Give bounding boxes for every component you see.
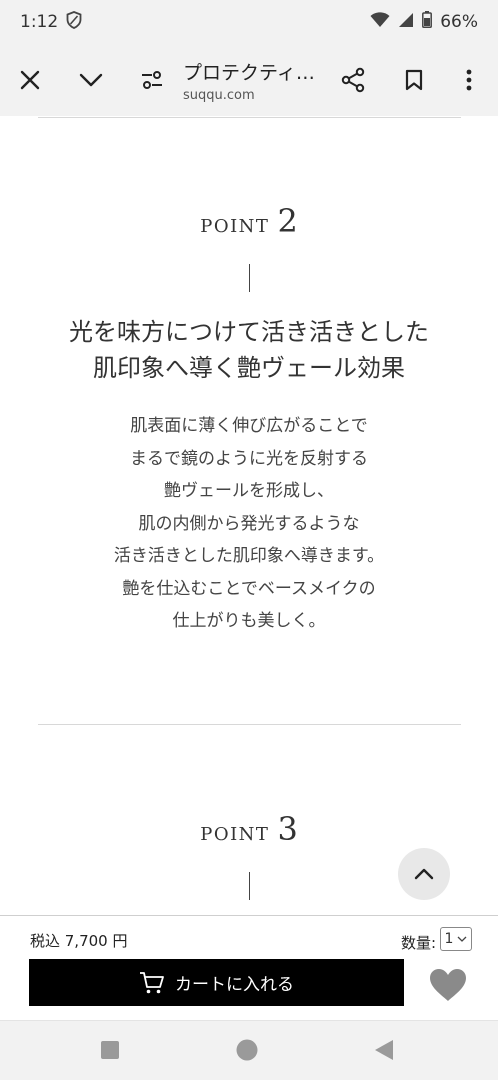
share-icon — [341, 67, 365, 93]
page-settings-button[interactable] — [130, 58, 174, 102]
add-to-cart-button[interactable]: カートに入れる — [29, 959, 404, 1006]
point-number: 2 — [277, 202, 298, 240]
minimize-button[interactable] — [69, 58, 113, 102]
quantity-select[interactable]: 1 — [440, 927, 472, 951]
bookmark-button[interactable] — [392, 58, 436, 102]
recents-button[interactable] — [95, 1035, 125, 1065]
point-2-catchcopy: 光を味方につけて活き活きとした 肌印象へ導く艶ヴェール効果 — [0, 314, 498, 386]
vertical-rule — [249, 264, 250, 292]
status-time: 1:12 — [20, 12, 59, 32]
description-line: 艶を仕込むことでベースメイクの — [122, 578, 376, 599]
scroll-to-top-button[interactable] — [398, 848, 450, 900]
back-button[interactable] — [369, 1035, 399, 1065]
shield-icon — [66, 10, 82, 34]
favorite-button[interactable] — [427, 965, 469, 1005]
close-icon — [20, 70, 40, 90]
more-vert-icon — [466, 69, 472, 91]
vertical-rule — [249, 872, 250, 900]
cell-signal-icon — [398, 12, 414, 33]
description-line: 肌の内側から発光するような — [138, 513, 360, 534]
home-button[interactable] — [232, 1035, 262, 1065]
status-right: 66% — [370, 11, 478, 33]
page-title: プロテクティ… — [183, 62, 315, 84]
status-left: 1:12 — [20, 10, 82, 34]
battery-icon — [422, 11, 433, 33]
recents-icon — [101, 1041, 119, 1059]
add-to-cart-label: カートに入れる — [175, 975, 294, 995]
battery-percent: 66% — [440, 12, 478, 32]
status-bar: 1:12 66% — [0, 0, 498, 44]
chevron-up-icon — [414, 868, 434, 880]
point-number: 3 — [277, 810, 298, 848]
point-word: POINT — [200, 216, 270, 237]
point-word: POINT — [200, 824, 270, 845]
divider — [38, 117, 461, 118]
wifi-icon — [370, 11, 390, 33]
share-button[interactable] — [331, 58, 375, 102]
bookmark-icon — [405, 69, 423, 91]
cart-icon — [140, 971, 164, 993]
description-line: 肌表面に薄く伸び広がることで — [130, 416, 368, 436]
point-2-description: 肌表面に薄く伸び広がることで まるで鏡のように光を反射する 艶ヴェールを形成し、… — [0, 410, 498, 638]
heart-icon — [430, 969, 466, 1001]
description-line: 仕上がりも美しく。 — [172, 611, 326, 631]
price-label: 税込 7,700 円 — [30, 932, 128, 950]
page-content[interactable]: POINT 2 光を味方につけて活き活きとした 肌印象へ導く艶ヴェール効果 肌表面… — [0, 116, 498, 916]
browser-toolbar: プロテクティ… suqqu.com — [0, 44, 498, 116]
page-domain: suqqu.com — [183, 88, 255, 103]
quantity-label: 数量: — [401, 934, 437, 952]
point-3-heading: POINT 3 — [0, 810, 498, 848]
home-icon — [236, 1039, 258, 1061]
quantity-value: 1 — [444, 931, 454, 947]
more-menu-button[interactable] — [447, 58, 491, 102]
divider — [38, 724, 461, 725]
point-2-heading: POINT 2 — [0, 202, 498, 240]
description-line: まるで鏡のように光を反射する — [130, 448, 368, 469]
catchcopy-line: 肌印象へ導く艶ヴェール効果 — [93, 354, 405, 382]
back-icon — [375, 1040, 393, 1060]
description-line: 活き活きとした肌印象へ導きます。 — [113, 546, 385, 566]
description-line: 艶ヴェールを形成し、 — [164, 481, 334, 501]
chevron-down-icon — [457, 936, 467, 942]
purchase-bar: 税込 7,700 円 数量: 1 カートに入れる — [0, 915, 498, 1020]
chevron-down-icon — [79, 73, 103, 87]
system-nav-bar — [0, 1020, 498, 1080]
tune-icon — [142, 71, 162, 89]
catchcopy-line: 光を味方につけて活き活きとした — [69, 318, 429, 346]
close-button[interactable] — [8, 58, 52, 102]
